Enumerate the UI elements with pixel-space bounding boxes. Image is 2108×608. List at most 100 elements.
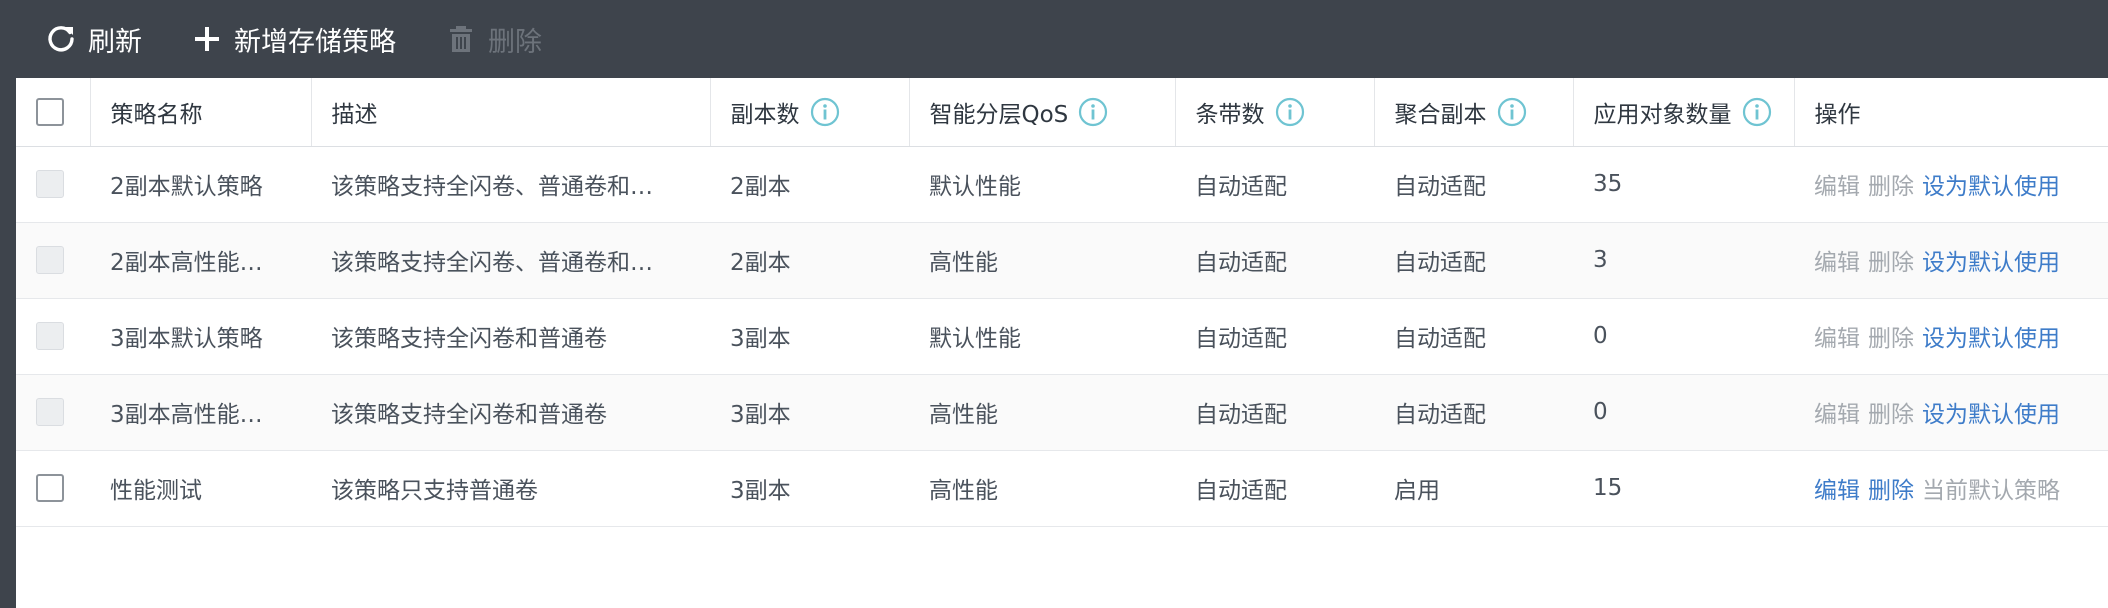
table-row[interactable]: 性能测试 该策略只支持普通卷 3副本 高性能 自动适配 启用 15 编辑 删除 当前…	[16, 450, 2108, 527]
header-desc-label: 描述	[331, 101, 378, 128]
plus-icon	[190, 22, 224, 56]
delete-link[interactable]: 删除	[1868, 402, 1914, 428]
left-nav-strip	[0, 0, 16, 608]
refresh-label: 刷新	[88, 26, 142, 58]
row-checkbox-cell	[16, 374, 90, 451]
current-default-label: 当前默认策略	[1922, 478, 2060, 504]
header-desc[interactable]: 描述	[311, 78, 711, 147]
cell-desc: 该策略支持全闪卷和普通卷	[311, 374, 710, 451]
refresh-button[interactable]: 刷新	[44, 20, 142, 59]
edit-link[interactable]: 编辑	[1814, 250, 1860, 276]
cell-desc: 该策略支持全闪卷和普通卷	[311, 298, 710, 375]
policy-table-container: 策略名称 描述 副本数 智能分层QoS 条带数 聚合副本 应用对象数量 操作 2…	[16, 78, 2108, 608]
header-app-count-label: 应用对象数量	[1593, 101, 1732, 128]
info-icon[interactable]	[810, 97, 840, 127]
cell-name: 3副本默认策略	[90, 298, 311, 375]
cell-stripes: 自动适配	[1175, 146, 1374, 223]
cell-qos: 高性能	[909, 450, 1175, 527]
refresh-icon	[44, 22, 78, 56]
cell-app-count: 35	[1573, 146, 1794, 223]
info-icon[interactable]	[1742, 97, 1772, 127]
table-row[interactable]: 2副本默认策略 该策略支持全闪卷、普通卷和… 2副本 默认性能 自动适配 自动适…	[16, 146, 2108, 223]
edit-link[interactable]: 编辑	[1814, 402, 1860, 428]
table-row[interactable]: 3副本高性能… 该策略支持全闪卷和普通卷 3副本 高性能 自动适配 自动适配 0…	[16, 374, 2108, 451]
delete-button[interactable]: 删除	[444, 20, 542, 59]
cell-aggregate: 自动适配	[1374, 222, 1573, 299]
cell-stripes: 自动适配	[1175, 374, 1374, 451]
row-checkbox[interactable]	[36, 170, 64, 198]
cell-stripes: 自动适配	[1175, 450, 1374, 527]
cell-ops: 编辑 删除 设为默认使用	[1794, 222, 2108, 299]
row-checkbox[interactable]	[36, 246, 64, 274]
header-ops: 操作	[1794, 78, 2108, 147]
cell-replicas: 3副本	[710, 374, 909, 451]
header-ops-label: 操作	[1814, 101, 1861, 128]
cell-replicas: 2副本	[710, 146, 909, 223]
delete-link[interactable]: 删除	[1868, 174, 1914, 200]
add-label: 新增存储策略	[234, 26, 396, 58]
cell-desc: 该策略支持全闪卷、普通卷和…	[311, 222, 710, 299]
cell-replicas: 3副本	[710, 450, 909, 527]
table-row[interactable]: 2副本高性能… 该策略支持全闪卷、普通卷和… 2副本 高性能 自动适配 自动适配…	[16, 222, 2108, 299]
header-qos[interactable]: 智能分层QoS	[909, 78, 1176, 147]
cell-aggregate: 自动适配	[1374, 374, 1573, 451]
cell-qos: 高性能	[909, 374, 1175, 451]
header-qos-label: 智能分层QoS	[929, 101, 1069, 128]
header-aggregate-label: 聚合副本	[1394, 101, 1487, 128]
edit-link[interactable]: 编辑	[1814, 174, 1860, 200]
policy-table: 策略名称 描述 副本数 智能分层QoS 条带数 聚合副本 应用对象数量 操作 2…	[16, 78, 2108, 527]
row-checkbox-cell	[16, 450, 90, 527]
table-row[interactable]: 3副本默认策略 该策略支持全闪卷和普通卷 3副本 默认性能 自动适配 自动适配 …	[16, 298, 2108, 375]
info-icon[interactable]	[1078, 97, 1108, 127]
delete-label: 删除	[488, 26, 542, 58]
info-icon[interactable]	[1497, 97, 1527, 127]
add-storage-policy-button[interactable]: 新增存储策略	[190, 20, 396, 59]
cell-app-count: 0	[1573, 298, 1794, 375]
delete-link[interactable]: 删除	[1868, 250, 1914, 276]
cell-name: 2副本默认策略	[90, 146, 311, 223]
row-checkbox-cell	[16, 298, 90, 375]
cell-replicas: 3副本	[710, 298, 909, 375]
cell-qos: 高性能	[909, 222, 1175, 299]
cell-desc: 该策略支持全闪卷、普通卷和…	[311, 146, 710, 223]
cell-aggregate: 启用	[1374, 450, 1573, 527]
row-checkbox[interactable]	[36, 474, 64, 502]
table-header-row: 策略名称 描述 副本数 智能分层QoS 条带数 聚合副本 应用对象数量 操作	[16, 78, 2108, 147]
row-checkbox[interactable]	[36, 398, 64, 426]
cell-qos: 默认性能	[909, 146, 1175, 223]
edit-link[interactable]: 编辑	[1814, 478, 1860, 504]
row-checkbox-cell	[16, 146, 90, 223]
cell-qos: 默认性能	[909, 298, 1175, 375]
cell-ops: 编辑 删除 设为默认使用	[1794, 146, 2108, 223]
delete-link[interactable]: 删除	[1868, 326, 1914, 352]
cell-aggregate: 自动适配	[1374, 146, 1573, 223]
select-all-checkbox[interactable]	[36, 97, 64, 126]
set-default-link[interactable]: 设为默认使用	[1922, 402, 2060, 428]
cell-stripes: 自动适配	[1175, 298, 1374, 375]
row-checkbox-cell	[16, 222, 90, 299]
header-aggregate[interactable]: 聚合副本	[1374, 78, 1574, 147]
edit-link[interactable]: 编辑	[1814, 326, 1860, 352]
cell-name: 3副本高性能…	[90, 374, 311, 451]
cell-aggregate: 自动适配	[1374, 298, 1573, 375]
set-default-link[interactable]: 设为默认使用	[1922, 326, 2060, 352]
info-icon[interactable]	[1275, 97, 1305, 127]
cell-ops: 编辑 删除 设为默认使用	[1794, 374, 2108, 451]
trash-icon	[444, 22, 478, 56]
header-name[interactable]: 策略名称	[90, 78, 312, 147]
cell-name: 性能测试	[90, 450, 311, 527]
header-app-count[interactable]: 应用对象数量	[1573, 78, 1795, 147]
cell-replicas: 2副本	[710, 222, 909, 299]
cell-app-count: 0	[1573, 374, 1794, 451]
cell-app-count: 3	[1573, 222, 1794, 299]
toolbar: 刷新 新增存储策略 删除	[0, 0, 2108, 78]
delete-link[interactable]: 删除	[1868, 478, 1914, 504]
header-stripes[interactable]: 条带数	[1175, 78, 1375, 147]
header-replicas[interactable]: 副本数	[710, 78, 910, 147]
header-name-label: 策略名称	[110, 101, 203, 128]
cell-ops: 编辑 删除 设为默认使用	[1794, 298, 2108, 375]
row-checkbox[interactable]	[36, 322, 64, 350]
cell-desc: 该策略只支持普通卷	[311, 450, 710, 527]
set-default-link[interactable]: 设为默认使用	[1922, 174, 2060, 200]
set-default-link[interactable]: 设为默认使用	[1922, 250, 2060, 276]
